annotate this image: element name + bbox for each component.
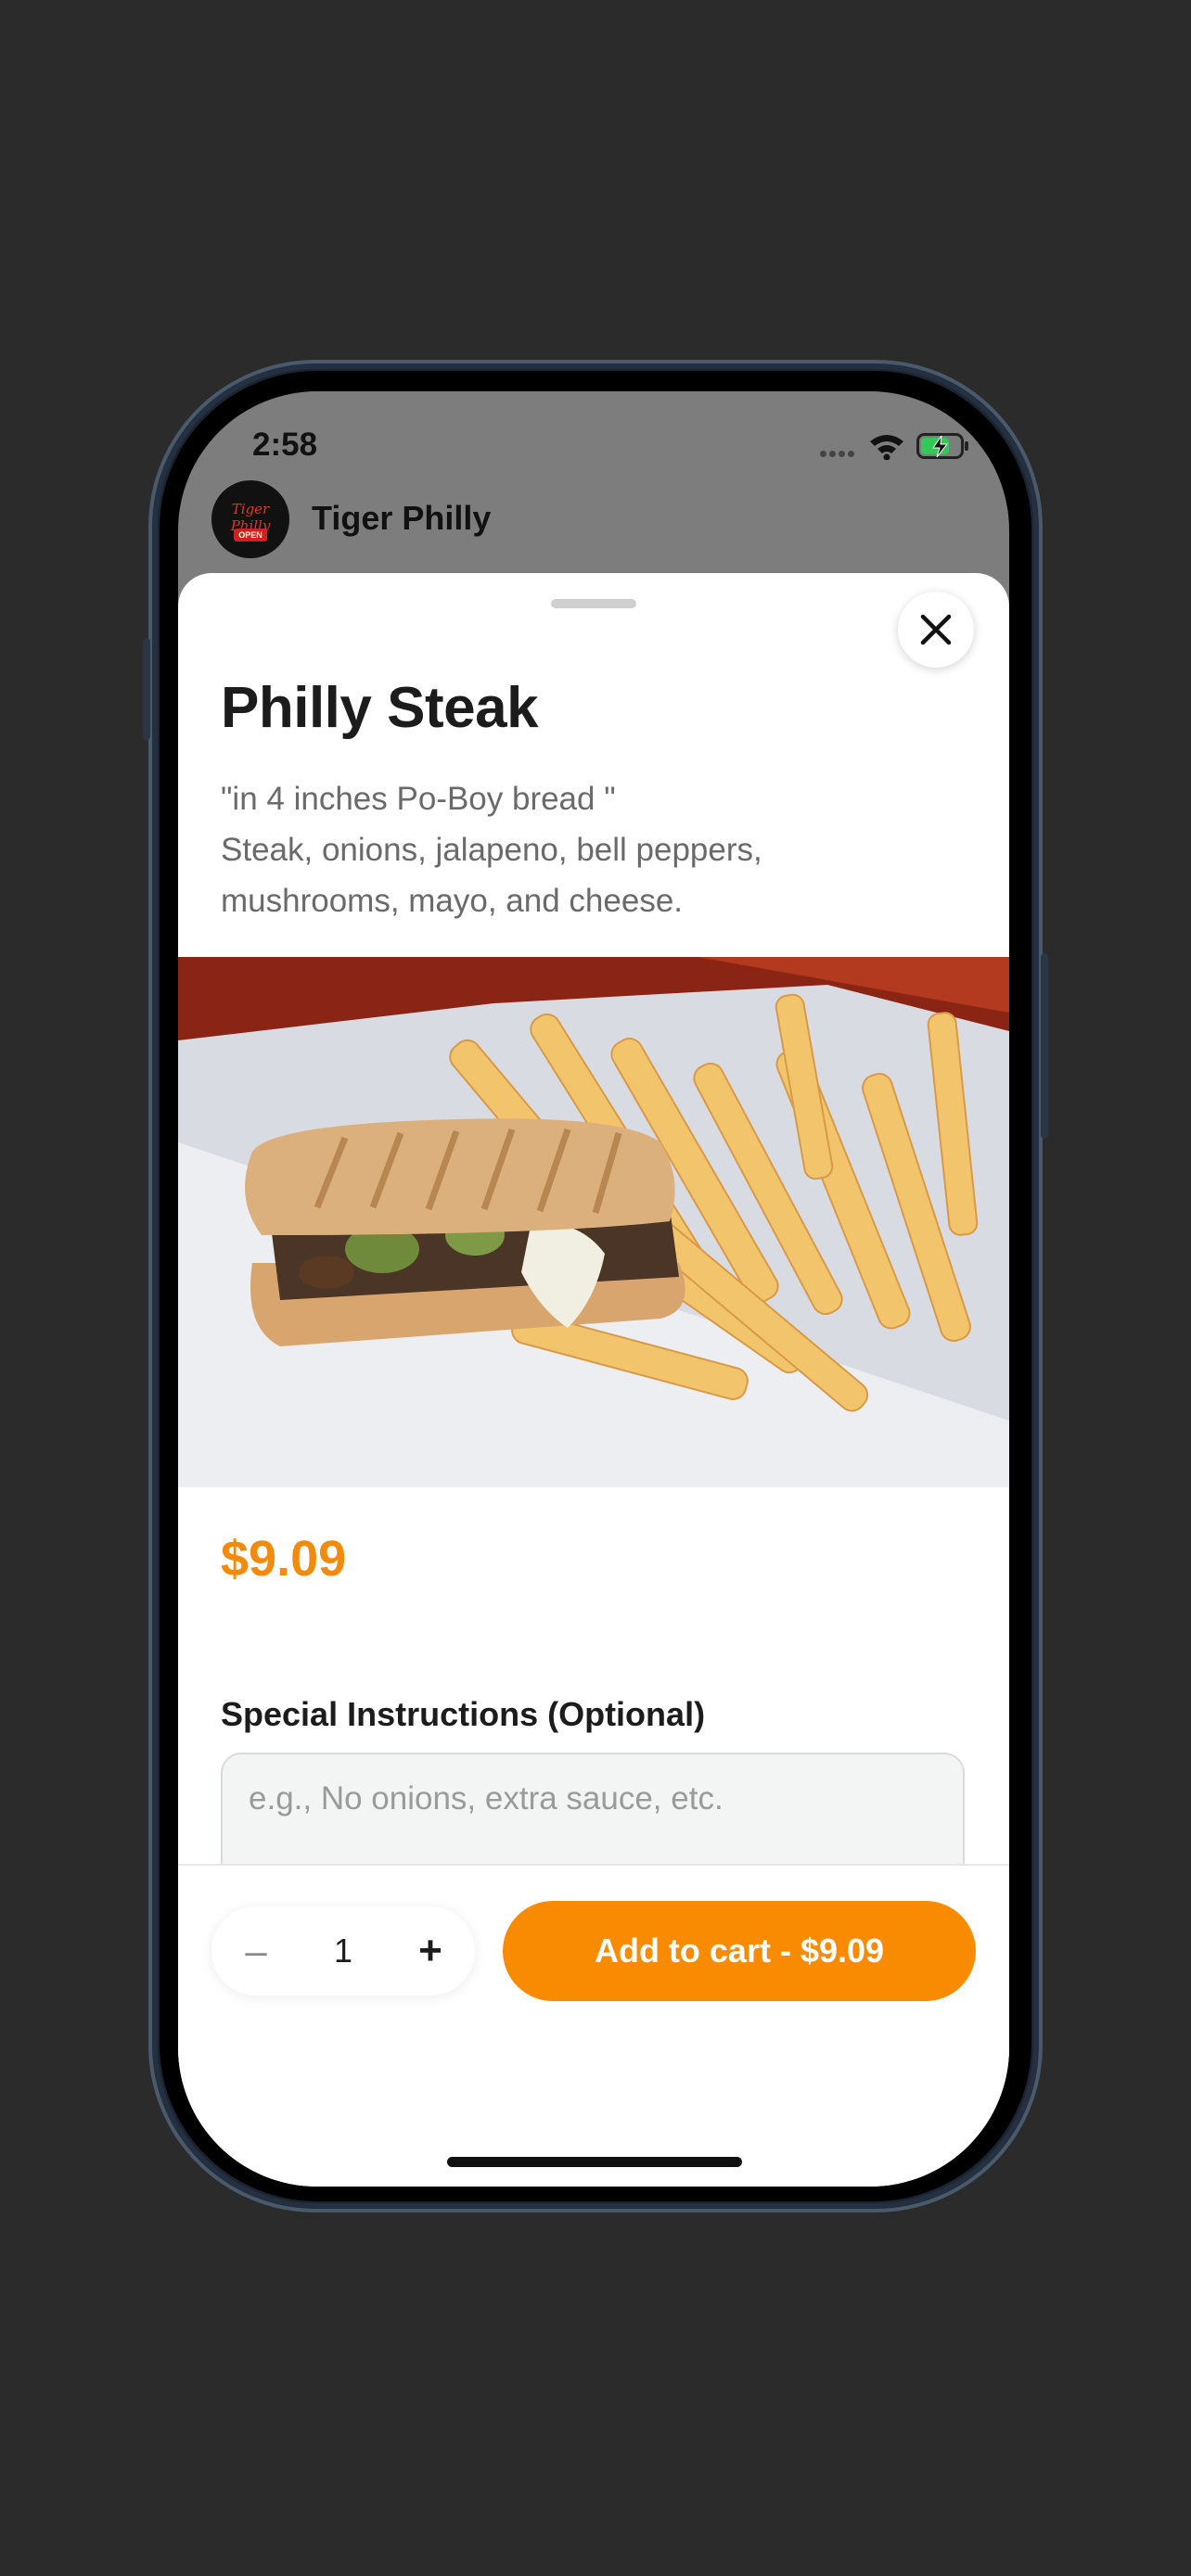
cellular-signal-icon <box>820 445 857 462</box>
add-to-cart-bar: – 1 + Add to cart - $9.09 <box>178 1864 1009 2187</box>
phone-screen: 2:58 Tiger Philly OPEN Tiger Philly Phil… <box>178 391 1009 2187</box>
wifi-icon <box>868 432 905 465</box>
close-button[interactable] <box>898 592 974 668</box>
quantity-value: 1 <box>333 1932 353 1970</box>
store-header: Tiger Philly OPEN Tiger Philly <box>211 480 972 558</box>
item-title: Philly Steak <box>221 676 539 740</box>
sheet-grabber-handle[interactable] <box>551 599 636 608</box>
status-time: 2:58 <box>252 427 318 463</box>
increase-quantity-button[interactable]: + <box>403 1923 458 1979</box>
store-logo: Tiger Philly OPEN <box>211 480 289 558</box>
item-price: $9.09 <box>221 1531 347 1587</box>
home-indicator <box>447 2157 742 2167</box>
add-to-cart-button[interactable]: Add to cart - $9.09 <box>503 1901 976 2001</box>
special-instructions-label: Special Instructions (Optional) <box>221 1695 706 1733</box>
store-name: Tiger Philly <box>312 499 492 537</box>
quantity-stepper: – 1 + <box>211 1906 475 1996</box>
decrease-quantity-button[interactable]: – <box>228 1923 284 1979</box>
item-photo <box>178 957 1009 1487</box>
store-logo-open-badge: OPEN <box>234 529 267 542</box>
item-description: "in 4 inches Po-Boy bread " Steak, onion… <box>221 781 762 919</box>
close-icon <box>920 614 952 645</box>
battery-charging-icon <box>916 432 970 465</box>
item-detail-sheet: Philly Steak "in 4 inches Po-Boy bread "… <box>178 573 1009 2187</box>
